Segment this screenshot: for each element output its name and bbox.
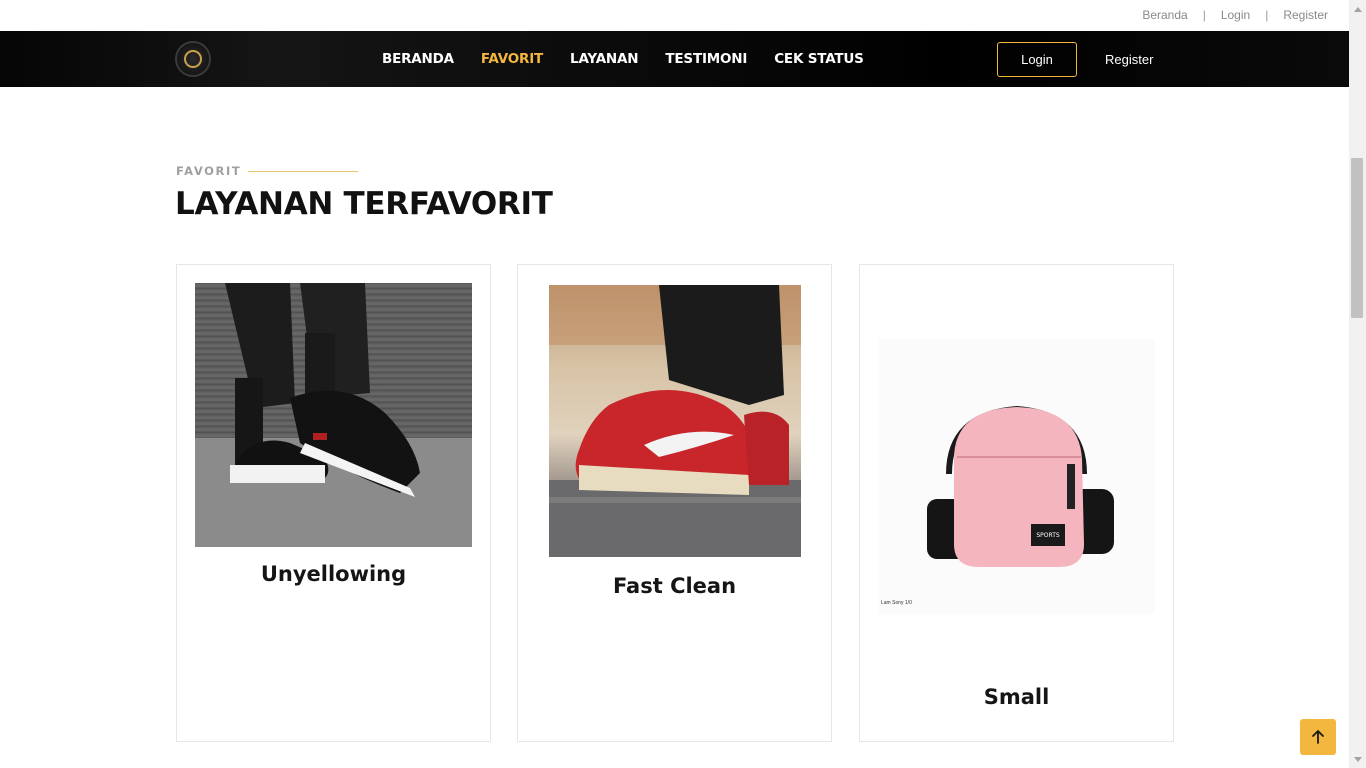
pink-bag-illustration: SPORTS: [927, 405, 1114, 567]
top-link-register[interactable]: Register: [1283, 8, 1328, 22]
top-link-login[interactable]: Login: [1221, 8, 1250, 22]
red-sneaker-illustration: [549, 285, 801, 557]
logo-emblem: [184, 50, 202, 68]
separator: |: [1265, 8, 1269, 22]
top-utility-bar: Beranda | Login | Register: [0, 0, 1349, 31]
top-link-beranda[interactable]: Beranda: [1142, 8, 1187, 22]
nav-item-favorit[interactable]: FAVORIT: [481, 51, 543, 67]
card-title: Unyellowing: [260, 562, 407, 586]
svg-text:SPORTS: SPORTS: [1036, 532, 1060, 539]
nav-item-cek-status[interactable]: CEK STATUS: [774, 51, 864, 67]
page-scrollbar[interactable]: [1349, 0, 1366, 768]
service-card-fast-clean[interactable]: Fast Clean: [517, 264, 832, 742]
login-button[interactable]: Login: [997, 42, 1077, 77]
section-divider: [248, 171, 358, 172]
black-sneaker-photo: [195, 283, 472, 547]
image-caption: Lam Sony 1/0: [881, 600, 912, 606]
main-navbar: BERANDA FAVORIT LAYANAN TESTIMONI CEK ST…: [0, 31, 1349, 87]
card-title: Small: [983, 685, 1050, 709]
nav-item-layanan[interactable]: LAYANAN: [570, 51, 639, 67]
nav-item-beranda[interactable]: BERANDA: [382, 51, 454, 67]
register-button[interactable]: Register: [1105, 52, 1153, 67]
nav-menu: BERANDA FAVORIT LAYANAN TESTIMONI CEK ST…: [382, 31, 864, 87]
top-utility-links: Beranda | Login | Register: [1142, 8, 1328, 22]
separator: |: [1202, 8, 1206, 22]
scrollbar-thumb[interactable]: [1351, 158, 1363, 318]
red-sneaker-photo: [549, 285, 801, 557]
black-sneaker-illustration: [195, 283, 472, 547]
scroll-down-arrow-icon[interactable]: [1349, 751, 1366, 768]
service-card-unyellowing[interactable]: Unyellowing: [176, 264, 491, 742]
brand-logo-icon[interactable]: [175, 41, 211, 77]
arrow-up-icon: [1312, 730, 1324, 744]
section-subtitle: FAVORIT: [176, 164, 242, 178]
pink-bag-photo: SPORTS Lam Sony 1/0: [879, 339, 1155, 614]
nav-item-testimoni[interactable]: TESTIMONI: [665, 51, 747, 67]
service-card-small[interactable]: SPORTS Lam Sony 1/0 Small: [859, 264, 1174, 742]
scroll-up-arrow-icon[interactable]: [1349, 0, 1366, 17]
back-to-top-button[interactable]: [1300, 719, 1336, 755]
card-title: Fast Clean: [612, 574, 737, 598]
page: Beranda | Login | Register BERANDA FAVOR…: [0, 0, 1349, 768]
section-title: LAYANAN TERFAVORIT: [175, 186, 553, 222]
